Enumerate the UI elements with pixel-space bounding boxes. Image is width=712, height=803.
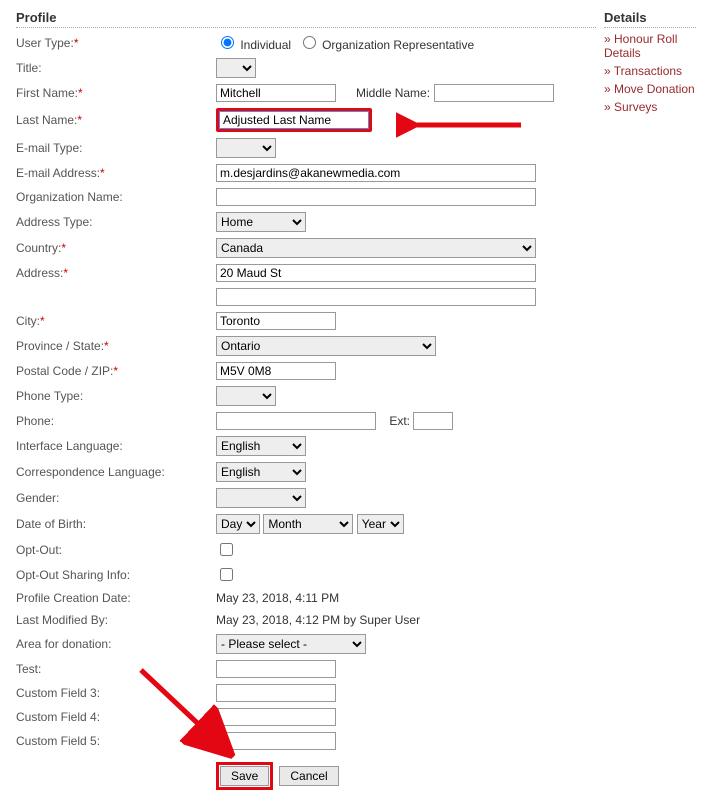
address-label: Address:	[16, 266, 63, 280]
org-name-input[interactable]	[216, 188, 536, 206]
last-modified-value: May 23, 2018, 4:12 PM by Super User	[216, 613, 420, 627]
test-input[interactable]	[216, 660, 336, 678]
user-type-label: User Type:	[16, 36, 74, 50]
title-select[interactable]	[216, 58, 256, 78]
last-name-highlight	[216, 108, 372, 132]
opt-out-sharing-label: Opt-Out Sharing Info:	[16, 568, 216, 582]
address-type-select[interactable]: Home	[216, 212, 306, 232]
donation-area-label: Area for donation:	[16, 637, 216, 651]
postal-input[interactable]	[216, 362, 336, 380]
donation-area-select[interactable]: - Please select -	[216, 634, 366, 654]
cf4-input[interactable]	[216, 708, 336, 726]
city-input[interactable]	[216, 312, 336, 330]
interface-language-label: Interface Language:	[16, 439, 216, 453]
details-link[interactable]: Transactions	[604, 64, 696, 78]
opt-out-sharing-checkbox[interactable]	[220, 568, 233, 581]
last-modified-label: Last Modified By:	[16, 613, 216, 627]
details-link[interactable]: Surveys	[604, 100, 696, 114]
cf3-label: Custom Field 3:	[16, 686, 216, 700]
address-line2-input[interactable]	[216, 288, 536, 306]
city-label: City:	[16, 314, 40, 328]
first-name-label: First Name:	[16, 86, 78, 100]
province-label: Province / State:	[16, 339, 104, 353]
ext-input[interactable]	[413, 412, 453, 430]
cancel-button[interactable]: Cancel	[279, 766, 338, 786]
cf5-input[interactable]	[216, 732, 336, 750]
phone-input[interactable]	[216, 412, 376, 430]
country-label: Country:	[16, 241, 61, 255]
phone-type-label: Phone Type:	[16, 389, 216, 403]
interface-language-select[interactable]: English	[216, 436, 306, 456]
country-select[interactable]: Canada	[216, 238, 536, 258]
ext-label: Ext:	[389, 414, 410, 428]
user-type-individual[interactable]: Individual	[216, 33, 291, 52]
postal-label: Postal Code / ZIP:	[16, 364, 113, 378]
save-button-highlight: Save	[216, 762, 273, 790]
details-link[interactable]: Move Donation	[604, 82, 696, 96]
cf3-input[interactable]	[216, 684, 336, 702]
phone-type-select[interactable]	[216, 386, 276, 406]
dob-year-select[interactable]: Year	[357, 514, 404, 534]
phone-label: Phone:	[16, 414, 216, 428]
details-links-list: Honour Roll Details Transactions Move Do…	[604, 32, 696, 114]
opt-out-label: Opt-Out:	[16, 543, 216, 557]
dob-day-select[interactable]: Day	[216, 514, 260, 534]
middle-name-label: Middle Name:	[356, 86, 430, 100]
email-address-input[interactable]	[216, 164, 536, 182]
opt-out-checkbox[interactable]	[220, 543, 233, 556]
created-date-label: Profile Creation Date:	[16, 591, 216, 605]
email-type-select[interactable]	[216, 138, 276, 158]
gender-select[interactable]	[216, 488, 306, 508]
profile-heading: Profile	[16, 10, 596, 28]
email-address-label: E-mail Address:	[16, 166, 100, 180]
last-name-input[interactable]	[219, 111, 369, 129]
dob-label: Date of Birth:	[16, 517, 216, 531]
save-button[interactable]: Save	[220, 766, 269, 786]
org-name-label: Organization Name:	[16, 190, 216, 204]
dob-month-select[interactable]: Month	[263, 514, 353, 534]
cf5-label: Custom Field 5:	[16, 734, 216, 748]
details-heading: Details	[604, 10, 696, 28]
gender-label: Gender:	[16, 491, 216, 505]
address-type-label: Address Type:	[16, 215, 216, 229]
address-line1-input[interactable]	[216, 264, 536, 282]
last-name-label: Last Name:	[16, 113, 77, 127]
correspondence-language-select[interactable]: English	[216, 462, 306, 482]
email-type-label: E-mail Type:	[16, 141, 216, 155]
middle-name-input[interactable]	[434, 84, 554, 102]
title-label: Title:	[16, 61, 216, 75]
created-date-value: May 23, 2018, 4:11 PM	[216, 591, 339, 605]
first-name-input[interactable]	[216, 84, 336, 102]
correspondence-language-label: Correspondence Language:	[16, 465, 216, 479]
user-type-org-rep[interactable]: Organization Representative	[298, 33, 474, 52]
test-label: Test:	[16, 662, 216, 676]
details-link[interactable]: Honour Roll Details	[604, 32, 696, 60]
cf4-label: Custom Field 4:	[16, 710, 216, 724]
province-select[interactable]: Ontario	[216, 336, 436, 356]
